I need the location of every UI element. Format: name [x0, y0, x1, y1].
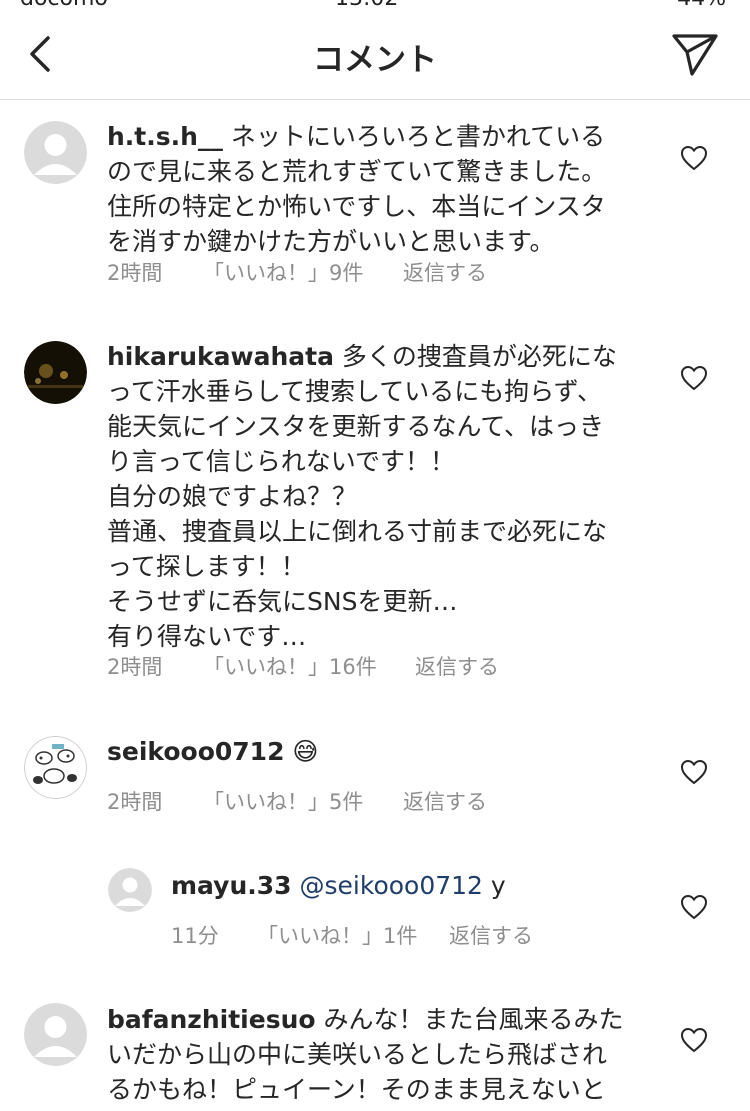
paper-plane-icon — [672, 34, 718, 76]
default-avatar-icon — [24, 121, 87, 184]
likes-count[interactable]: 「いいね！」1件 — [257, 920, 449, 950]
likes-count[interactable]: 「いいね！」5件 — [203, 786, 403, 816]
reply-button[interactable]: 返信する — [403, 257, 487, 287]
default-avatar-icon — [108, 868, 152, 912]
comment-meta: 2時間 「いいね！」9件 返信する — [107, 257, 487, 287]
cartoon-avatar-icon — [24, 736, 87, 799]
comment-time: 2時間 — [107, 261, 163, 285]
battery-label: 44% — [677, 0, 726, 11]
comment-meta: 2時間 「いいね！」5件 返信する — [107, 786, 487, 816]
comment-text: h.t.s.h__ ネットにいろいろと書かれている ので見に来ると荒れすぎていて… — [107, 122, 607, 256]
comment-time: 2時間 — [107, 655, 163, 679]
avatar[interactable] — [24, 736, 87, 799]
avatar[interactable] — [24, 341, 87, 404]
likes-count[interactable]: 「いいね！」16件 — [203, 651, 415, 681]
avatar[interactable] — [108, 868, 152, 912]
heart-icon[interactable] — [680, 759, 708, 785]
share-button[interactable] — [670, 30, 720, 78]
reply-button[interactable]: 返信する — [449, 920, 533, 950]
comment-meta: 11分 「いいね！」1件 返信する — [171, 920, 533, 950]
avatar[interactable] — [24, 121, 87, 184]
mention-link[interactable]: @seikooo0712 — [300, 871, 483, 900]
sweat-smile-emoji: 😅 — [292, 737, 319, 766]
comment-time: 11分 — [171, 924, 219, 948]
heart-icon[interactable] — [680, 1027, 708, 1053]
reply-button[interactable]: 返信する — [415, 651, 499, 681]
likes-count[interactable]: 「いいね！」9件 — [203, 257, 403, 287]
night-photo-avatar-icon — [24, 341, 87, 404]
comment-text: mayu.33 @seikooo0712 y — [171, 871, 506, 900]
comment-username[interactable]: hikarukawahata — [107, 342, 334, 371]
heart-icon[interactable] — [680, 894, 708, 920]
comment-username[interactable]: h.t.s.h__ — [107, 122, 223, 151]
default-avatar-icon — [24, 1003, 87, 1066]
header: コメント — [0, 14, 750, 100]
page-title: コメント — [313, 42, 437, 78]
reply-button[interactable]: 返信する — [403, 786, 487, 816]
comment-text: hikarukawahata 多くの捜査員が必死にな って汗水垂らして捜索してい… — [107, 342, 617, 651]
clock: 13:02 — [335, 0, 398, 11]
comment-username[interactable]: seikooo0712 — [107, 737, 284, 766]
avatar[interactable] — [24, 1003, 87, 1066]
comment-meta: 2時間 「いいね！」16件 返信する — [107, 651, 499, 681]
comment-time: 2時間 — [107, 790, 163, 814]
status-bar: docomo 13:02 44% — [0, 0, 750, 14]
comment-username[interactable]: bafanzhitiesuo — [107, 1005, 316, 1034]
comment-text: bafanzhitiesuo みんな！また台風来るみた いだから山の中に美咲いる… — [107, 1005, 624, 1104]
carrier-label: docomo — [20, 0, 108, 11]
heart-icon[interactable] — [680, 365, 708, 391]
comment-text: seikooo0712 😅 — [107, 734, 647, 769]
heart-icon[interactable] — [680, 145, 708, 171]
comment-username[interactable]: mayu.33 — [171, 871, 292, 900]
